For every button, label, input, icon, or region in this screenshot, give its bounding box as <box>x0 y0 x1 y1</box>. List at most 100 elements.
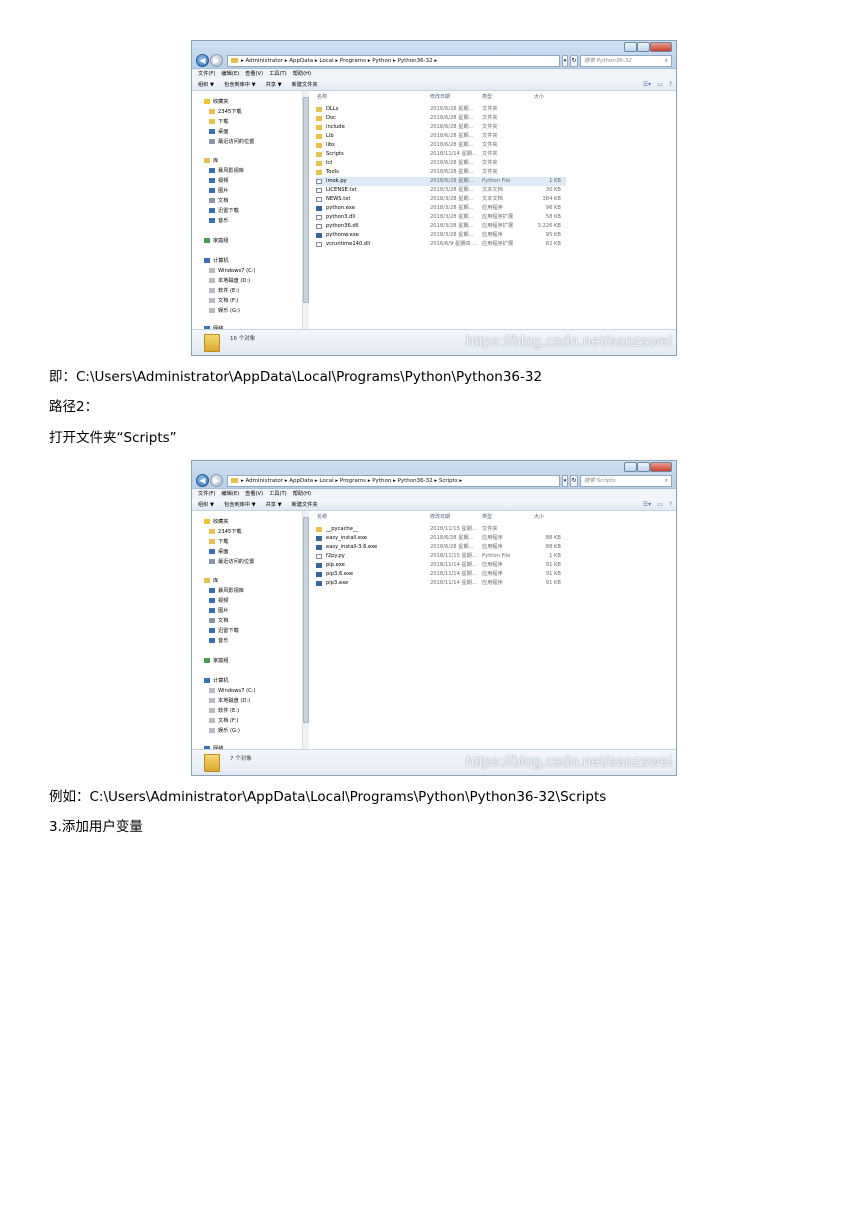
column-size[interactable]: 大小 <box>534 93 544 101</box>
nav-item-downloads[interactable]: 下载 <box>209 538 228 546</box>
address-dropdown-icon[interactable]: ▾ <box>562 55 568 67</box>
organize-button[interactable]: 组织 ▼ <box>198 502 214 508</box>
preview-pane-icon[interactable]: ▭ <box>657 79 663 91</box>
nav-item-documents[interactable]: 文档 <box>209 617 228 625</box>
view-options-icon[interactable]: ☰▾ <box>643 79 651 91</box>
file-row[interactable]: DLLs 2018/6/28 星期... 文件夹 <box>316 105 566 114</box>
minimize-button[interactable] <box>624 42 637 52</box>
file-row[interactable]: __pycache__ 2018/11/15 星期... 文件夹 <box>316 525 566 534</box>
file-row[interactable]: easy_install.exe 2018/6/28 星期... 应用程序 88 KB <box>316 534 566 543</box>
nav-item-thunder-downloads[interactable]: 迅雷下载 <box>209 207 239 215</box>
nav-item-pictures[interactable]: 图片 <box>209 187 228 195</box>
nav-drive-e[interactable]: 软件 (E:) <box>209 287 239 295</box>
nav-favorites[interactable]: 收藏夹 <box>204 518 229 526</box>
forward-arrow-icon[interactable]: ▶ <box>210 54 223 67</box>
menu-help[interactable]: 帮助(H) <box>293 491 311 497</box>
nav-drive-d[interactable]: 本地磁盘 (D:) <box>209 277 250 285</box>
file-row[interactable]: pip.exe 2018/11/14 星期... 应用程序 91 KB <box>316 561 566 570</box>
address-dropdown-icon[interactable]: ▾ <box>562 475 568 487</box>
column-name[interactable]: 名称 <box>317 93 327 101</box>
share-button[interactable]: 共享 ▼ <box>266 82 282 88</box>
column-date[interactable]: 修改日期 <box>430 93 450 101</box>
file-row[interactable]: include 2018/6/28 星期... 文件夹 <box>316 123 566 132</box>
scrollbar-thumb[interactable] <box>303 97 309 303</box>
nav-item-baofeng-library[interactable]: 暴风影视库 <box>209 167 244 175</box>
preview-pane-icon[interactable]: ▭ <box>657 499 663 511</box>
file-row[interactable]: python.exe 2018/3/28 星期... 应用程序 96 KB <box>316 204 566 213</box>
new-folder-button[interactable]: 新建文件夹 <box>292 502 318 508</box>
nav-item-videos[interactable]: 视频 <box>209 177 228 185</box>
file-row[interactable]: tcl 2018/6/28 星期... 文件夹 <box>316 159 566 168</box>
nav-item-desktop[interactable]: 桌面 <box>209 548 228 556</box>
nav-drive-g[interactable]: 娱乐 (G:) <box>209 727 240 735</box>
file-row[interactable]: pythonw.exe 2018/3/28 星期... 应用程序 95 KB <box>316 231 566 240</box>
back-arrow-icon[interactable]: ◀ <box>196 54 209 67</box>
nav-computer[interactable]: 计算机 <box>204 677 229 685</box>
column-type[interactable]: 类型 <box>482 513 492 521</box>
column-type[interactable]: 类型 <box>482 93 492 101</box>
scrollbar-thumb[interactable] <box>303 517 309 723</box>
share-button[interactable]: 共享 ▼ <box>266 502 282 508</box>
column-date[interactable]: 修改日期 <box>430 513 450 521</box>
nav-drive-c[interactable]: Windows7 (C:) <box>209 267 256 275</box>
back-arrow-icon[interactable]: ◀ <box>196 474 209 487</box>
menu-view[interactable]: 查看(V) <box>245 71 263 77</box>
menu-tools[interactable]: 工具(T) <box>269 71 287 77</box>
nav-item-recent-places[interactable]: 最近访问的位置 <box>209 558 254 566</box>
nav-item-music[interactable]: 音乐 <box>209 217 228 225</box>
menu-edit[interactable]: 编辑(E) <box>221 71 239 77</box>
nav-item-desktop[interactable]: 桌面 <box>209 128 228 136</box>
menu-file[interactable]: 文件(F) <box>198 71 215 77</box>
close-button[interactable] <box>650 42 672 52</box>
nav-homegroup[interactable]: 家庭组 <box>204 657 229 665</box>
file-row[interactable]: Doc 2018/6/28 星期... 文件夹 <box>316 114 566 123</box>
nav-favorites[interactable]: 收藏夹 <box>204 98 229 106</box>
nav-item-2345-downloads[interactable]: 2345下载 <box>209 528 242 536</box>
nav-drive-f[interactable]: 文档 (F:) <box>209 717 238 725</box>
nav-item-downloads[interactable]: 下载 <box>209 118 228 126</box>
navigation-scrollbar[interactable] <box>302 91 309 331</box>
file-row[interactable]: vcruntime140.dll 2016/6/9 星期四 ... 应用程序扩展 82… <box>316 240 566 249</box>
menu-view[interactable]: 查看(V) <box>245 491 263 497</box>
file-row[interactable]: Tools 2018/6/28 星期... 文件夹 <box>316 168 566 177</box>
menu-file[interactable]: 文件(F) <box>198 491 215 497</box>
help-icon[interactable]: ? <box>669 79 672 91</box>
navigation-scrollbar[interactable] <box>302 511 309 751</box>
column-size[interactable]: 大小 <box>534 513 544 521</box>
address-bar[interactable]: ▸ Administrator ▸ AppData ▸ Local ▸ Prog… <box>227 55 560 67</box>
nav-drive-c[interactable]: Windows7 (C:) <box>209 687 256 695</box>
minimize-button[interactable] <box>624 462 637 472</box>
file-row[interactable]: f2py.py 2018/11/15 星期... Python File 1 KB <box>316 552 566 561</box>
file-row[interactable]: pip3.6.exe 2018/11/14 星期... 应用程序 91 KB <box>316 570 566 579</box>
nav-homegroup[interactable]: 家庭组 <box>204 237 229 245</box>
refresh-icon[interactable]: ↻ <box>570 475 578 487</box>
organize-button[interactable]: 组织 ▼ <box>198 82 214 88</box>
nav-item-recent-places[interactable]: 最近访问的位置 <box>209 138 254 146</box>
file-row[interactable]: LICENSE.txt 2018/3/28 星期... 文本文档 30 KB <box>316 186 566 195</box>
nav-drive-f[interactable]: 文档 (F:) <box>209 297 238 305</box>
address-bar[interactable]: ▸ Administrator ▸ AppData ▸ Local ▸ Prog… <box>227 475 560 487</box>
nav-item-music[interactable]: 音乐 <box>209 637 228 645</box>
new-folder-button[interactable]: 新建文件夹 <box>292 82 318 88</box>
search-input[interactable]: 搜索 Scripts ⌕ <box>580 475 672 487</box>
file-row[interactable]: Lib 2018/6/28 星期... 文件夹 <box>316 132 566 141</box>
file-row[interactable]: easy_install-3.6.exe 2018/6/28 星期... 应用程序 8… <box>316 543 566 552</box>
nav-libraries[interactable]: 库 <box>204 577 218 585</box>
nav-libraries[interactable]: 库 <box>204 157 218 165</box>
close-button[interactable] <box>650 462 672 472</box>
nav-item-documents[interactable]: 文档 <box>209 197 228 205</box>
nav-drive-g[interactable]: 娱乐 (G:) <box>209 307 240 315</box>
maximize-button[interactable] <box>637 42 650 52</box>
file-row[interactable]: imok.py 2018/6/28 星期... Python File 1 KB <box>316 177 566 186</box>
view-options-icon[interactable]: ☰▾ <box>643 499 651 511</box>
nav-item-2345-downloads[interactable]: 2345下载 <box>209 108 242 116</box>
file-row[interactable]: NEWS.txt 2018/3/28 星期... 文本文档 384 KB <box>316 195 566 204</box>
nav-drive-e[interactable]: 软件 (E:) <box>209 707 239 715</box>
nav-item-videos[interactable]: 视频 <box>209 597 228 605</box>
file-row[interactable]: python3.dll 2018/3/28 星期... 应用程序扩展 58 KB <box>316 213 566 222</box>
menu-help[interactable]: 帮助(H) <box>293 71 311 77</box>
help-icon[interactable]: ? <box>669 499 672 511</box>
file-row[interactable]: libs 2018/6/28 星期... 文件夹 <box>316 141 566 150</box>
include-in-library-button[interactable]: 包含到库中 ▼ <box>224 82 256 88</box>
search-input[interactable]: 搜索 Python36-32 ⌕ <box>580 55 672 67</box>
